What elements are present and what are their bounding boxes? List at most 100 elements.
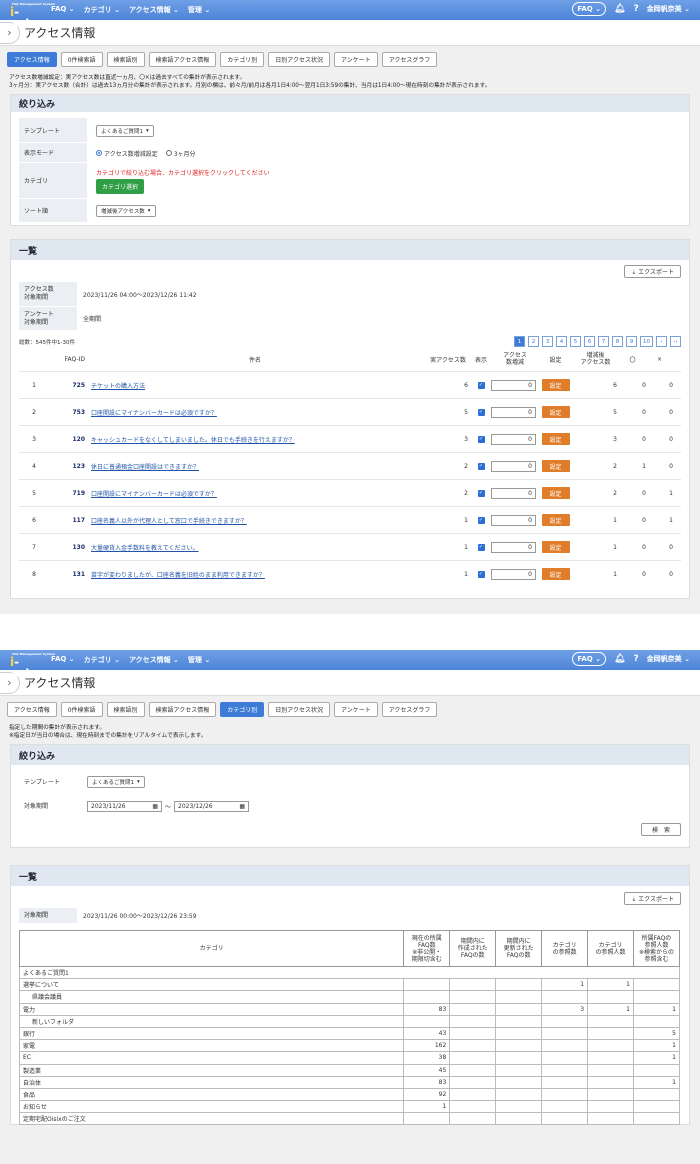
sort-select[interactable]: 増減後アクセス数 ▾ — [96, 205, 156, 217]
date-from-input[interactable]: 2023/11/26 ▦ — [87, 800, 162, 812]
col-faq-id[interactable]: FAQ-ID — [49, 356, 85, 363]
set-button[interactable]: 設定 — [541, 460, 570, 472]
set-button[interactable]: 設定 — [541, 406, 570, 418]
col-after[interactable]: 増減後 アクセス数 — [572, 352, 619, 366]
adjust-input[interactable]: 0 — [491, 541, 536, 553]
set-button[interactable]: 設定 — [541, 568, 570, 580]
tab-zero-search[interactable]: 0件検索語 — [60, 52, 103, 67]
menu-access-info[interactable]: アクセス情報 ⌄ — [129, 5, 179, 15]
set-button[interactable]: 設定 — [541, 541, 570, 553]
tab-access-graph[interactable]: アクセスグラフ — [381, 702, 438, 717]
menu-category[interactable]: カテゴリ ⌄ — [84, 655, 120, 665]
faq-title-link[interactable]: キャッシュカードをなくしてしまいました。休日でも手続きを行えますか？ — [85, 435, 425, 444]
faq-title-link[interactable]: 休日に普通預金口座開設はできますか？ — [85, 462, 425, 471]
tab-by-category[interactable]: カテゴリ別 — [220, 702, 265, 717]
tab-daily-access[interactable]: 日別アクセス状況 — [268, 702, 330, 717]
page-button[interactable]: 4 — [556, 336, 567, 347]
set-button[interactable]: 設定 — [541, 487, 570, 499]
set-button[interactable]: 設定 — [541, 514, 570, 526]
tab-keyword-access[interactable]: 検索語アクセス情報 — [148, 52, 217, 67]
set-button[interactable]: 設定 — [541, 379, 570, 391]
template-select[interactable]: よくあるご質問1 ▾ — [96, 124, 154, 137]
adjust-input[interactable]: 0 — [491, 433, 536, 445]
faq-title-link[interactable]: 大量硬貨入金手数料を教えてください。 — [85, 543, 425, 552]
menu-faq[interactable]: FAQ ⌄ — [51, 5, 75, 15]
tab-daily-access[interactable]: 日別アクセス状況 — [268, 52, 330, 67]
export-button[interactable]: ⇣ エクスポート — [624, 265, 681, 278]
bell-icon[interactable]: 🔔︎ — [614, 654, 625, 664]
tab-by-keyword[interactable]: 検索語別 — [106, 702, 145, 717]
user-menu[interactable]: 金岡帆奈美 ⌄ — [647, 654, 690, 664]
tab-access-graph[interactable]: アクセスグラフ — [381, 52, 438, 67]
category-stat — [632, 1100, 681, 1114]
page-button[interactable]: 6 — [584, 336, 595, 347]
show-checkbox[interactable]: ✓ — [477, 543, 485, 551]
bell-icon[interactable]: 🔔︎ — [614, 4, 625, 14]
faq-switch-button[interactable]: FAQ ⌄ — [572, 2, 607, 16]
tab-keyword-access[interactable]: 検索語アクセス情報 — [148, 702, 217, 717]
tab-zero-search[interactable]: 0件検索語 — [60, 702, 103, 717]
help-icon[interactable]: ? — [633, 654, 638, 664]
adjust-input[interactable]: 0 — [491, 379, 536, 391]
col-access-count[interactable]: 実アクセス数 — [425, 355, 471, 364]
page-button[interactable]: › — [656, 336, 667, 347]
tab-access-info[interactable]: アクセス情報 — [7, 52, 57, 67]
page-button[interactable]: ›› — [670, 336, 681, 347]
page-button[interactable]: 9 — [626, 336, 637, 347]
menu-faq[interactable]: FAQ ⌄ — [51, 655, 75, 665]
menu-category[interactable]: カテゴリ ⌄ — [84, 5, 120, 15]
show-checkbox[interactable]: ✓ — [477, 489, 485, 497]
faq-switch-button[interactable]: FAQ ⌄ — [572, 652, 607, 666]
menu-admin[interactable]: 管理 ⌄ — [188, 655, 210, 665]
iask-logo[interactable]: FAQ Management System i-ask — [10, 652, 55, 680]
mode-radio-adjust[interactable]: アクセス数増減設定 — [96, 149, 158, 158]
label-text: アクセス数 対象期間 — [24, 286, 54, 301]
faq-title-link[interactable]: 苗字が変わりましたが、口座名義を旧姓のまま利用できますか？ — [85, 570, 425, 579]
page-button[interactable]: 10 — [640, 336, 653, 347]
col-good[interactable]: 〇 — [619, 355, 646, 364]
faq-title-link[interactable]: 口座開設にマイナンバーカードは必須ですか？ — [85, 408, 425, 417]
show-checkbox[interactable]: ✓ — [477, 435, 485, 443]
iask-logo[interactable]: FAQ Management System i-ask — [10, 2, 55, 30]
show-checkbox[interactable]: ✓ — [477, 570, 485, 578]
faq-title-link[interactable]: チケットの購入方法 — [85, 381, 425, 390]
menu-access-info[interactable]: アクセス情報 ⌄ — [129, 655, 179, 665]
adjust-input[interactable]: 0 — [491, 487, 536, 499]
page-button[interactable]: 5 — [570, 336, 581, 347]
table-row: 7 130 大量硬貨入金手数料を教えてください。 1 ✓ 0 設定 1 0 0 — [19, 533, 681, 560]
page-button[interactable]: 2 — [528, 336, 539, 347]
tab-survey[interactable]: アンケート — [333, 52, 378, 67]
adjust-input[interactable]: 0 — [491, 514, 536, 526]
user-menu[interactable]: 金岡帆奈美 ⌄ — [647, 4, 690, 14]
tab-by-keyword[interactable]: 検索語別 — [106, 52, 145, 67]
category-row: 食品 92 — [18, 1087, 681, 1102]
category-stat — [403, 1014, 451, 1028]
page-button[interactable]: 3 — [542, 336, 553, 347]
page-button[interactable]: 1 — [514, 336, 525, 347]
category-select-button[interactable]: カテゴリ選択 — [96, 179, 145, 194]
col-bad[interactable]: × — [646, 356, 673, 363]
menu-admin[interactable]: 管理 ⌄ — [188, 5, 210, 15]
show-checkbox[interactable]: ✓ — [477, 516, 485, 524]
search-button[interactable]: 検 索 — [640, 823, 681, 836]
page-button[interactable]: 8 — [612, 336, 623, 347]
adjust-input[interactable]: 0 — [491, 568, 536, 580]
tab-survey[interactable]: アンケート — [333, 702, 378, 717]
help-icon[interactable]: ? — [633, 4, 638, 14]
page-button[interactable]: 7 — [598, 336, 609, 347]
template-select[interactable]: よくあるご質問1 ▾ — [87, 776, 145, 788]
adjust-input[interactable]: 0 — [491, 460, 536, 472]
mode-radio-3months[interactable]: 3ヶ月分 — [165, 149, 196, 158]
adjust-input[interactable]: 0 — [491, 406, 536, 418]
export-button[interactable]: ⇣ エクスポート — [624, 892, 681, 905]
faq-title-link[interactable]: 口座開設にマイナンバーカードは必須ですか？ — [85, 489, 425, 498]
show-checkbox[interactable]: ✓ — [477, 462, 485, 470]
show-checkbox[interactable]: ✓ — [477, 408, 485, 416]
set-button[interactable]: 設定 — [541, 433, 570, 445]
sort-value: 増減後アクセス数 — [101, 209, 145, 215]
date-to-input[interactable]: 2023/12/26 ▦ — [174, 800, 250, 812]
tab-access-info[interactable]: アクセス情報 — [7, 702, 57, 717]
faq-title-link[interactable]: 口座名義人以外が代理人として窓口で手続きできますか？ — [85, 516, 425, 525]
tab-by-category[interactable]: カテゴリ別 — [220, 52, 265, 67]
show-checkbox[interactable]: ✓ — [477, 381, 485, 389]
